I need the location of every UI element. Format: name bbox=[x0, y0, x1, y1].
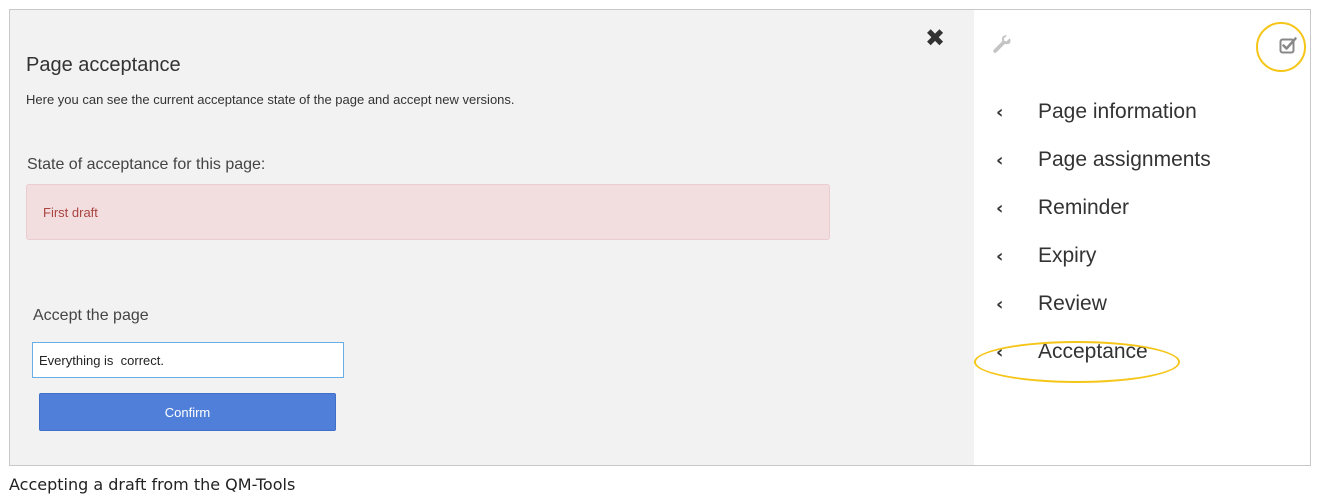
acceptance-comment-input[interactable] bbox=[32, 342, 344, 378]
sidebar-item-label: Reminder bbox=[1038, 196, 1130, 219]
chevron-left-icon: ‹ bbox=[996, 293, 1004, 315]
sidebar-item-page-assignments[interactable]: ‹ Page assignments bbox=[974, 136, 1310, 184]
sidebar-item-reminder[interactable]: ‹ Reminder bbox=[974, 184, 1310, 232]
sidebar-item-label: Page assignments bbox=[1038, 148, 1211, 171]
state-value: First draft bbox=[43, 205, 98, 220]
sidebar-item-label: Expiry bbox=[1038, 244, 1097, 267]
chevron-left-icon: ‹ bbox=[996, 149, 1004, 171]
state-alert: First draft bbox=[26, 184, 830, 240]
qm-tools-sidebar: ‹ Page information ‹ Page assignments ‹ … bbox=[974, 10, 1310, 465]
sidebar-item-page-information[interactable]: ‹ Page information bbox=[974, 88, 1310, 136]
sidebar-item-label: Review bbox=[1038, 292, 1107, 315]
acceptance-dialog: ✖ Page acceptance Here you can see the c… bbox=[10, 10, 974, 465]
sidebar-menu: ‹ Page information ‹ Page assignments ‹ … bbox=[974, 88, 1310, 383]
chevron-left-icon: ‹ bbox=[996, 245, 1004, 267]
wrench-icon[interactable] bbox=[991, 34, 1013, 56]
accept-heading: Accept the page bbox=[33, 307, 149, 324]
sidebar-item-expiry[interactable]: ‹ Expiry bbox=[974, 232, 1310, 280]
image-caption: Accepting a draft from the QM-Tools bbox=[9, 475, 296, 494]
screenshot-frame: ✖ Page acceptance Here you can see the c… bbox=[9, 9, 1311, 466]
dialog-subtitle: Here you can see the current acceptance … bbox=[26, 92, 515, 107]
confirm-button[interactable]: Confirm bbox=[39, 393, 336, 431]
sidebar-item-label: Page information bbox=[1038, 100, 1197, 123]
sidebar-item-review[interactable]: ‹ Review bbox=[974, 280, 1310, 328]
chevron-left-icon: ‹ bbox=[996, 101, 1004, 123]
chevron-left-icon: ‹ bbox=[996, 197, 1004, 219]
dialog-title: Page acceptance bbox=[26, 54, 181, 76]
checkbox-icon[interactable] bbox=[1279, 36, 1297, 54]
highlight-ellipse bbox=[974, 341, 1180, 383]
state-heading: State of acceptance for this page: bbox=[27, 156, 266, 173]
close-icon[interactable]: ✖ bbox=[923, 26, 947, 50]
